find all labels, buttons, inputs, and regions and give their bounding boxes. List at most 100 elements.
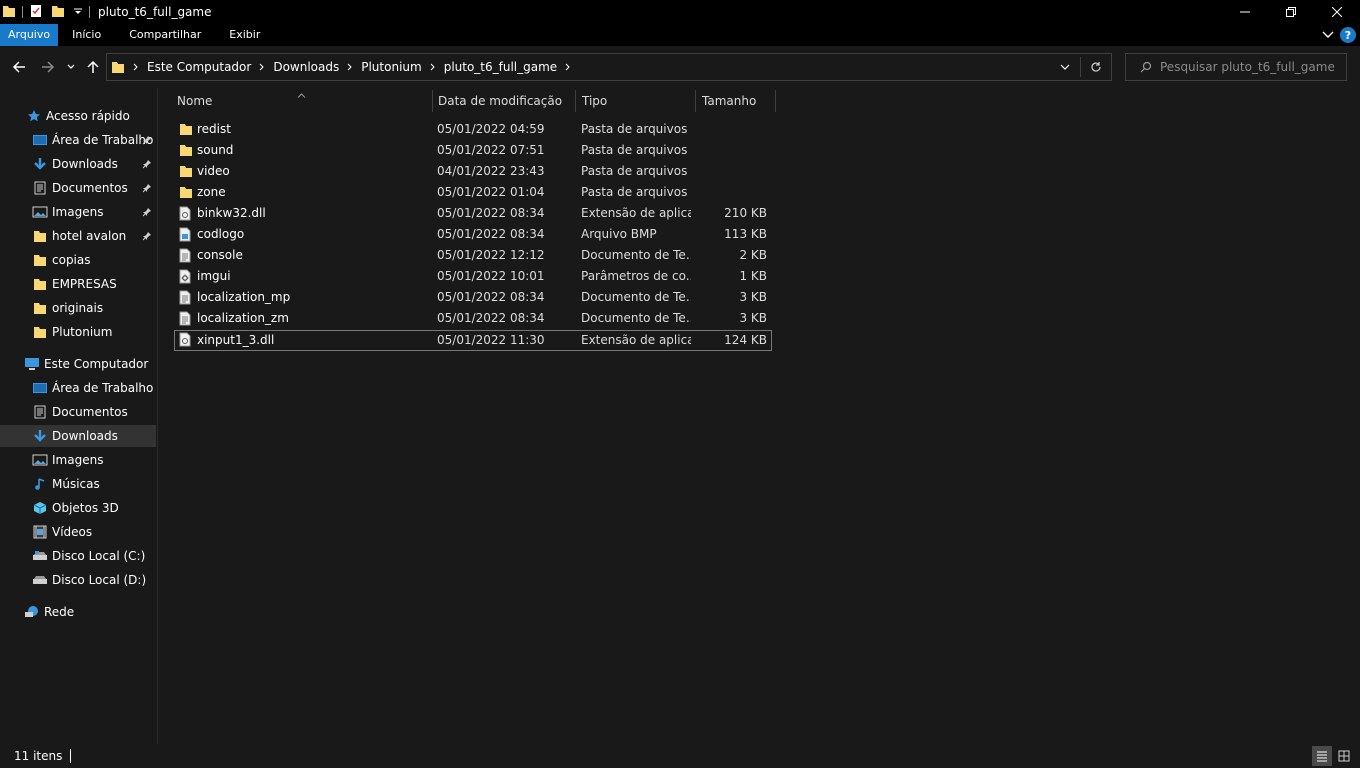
address-bar[interactable]: Este Computador Downloads Plutonium plut…: [106, 53, 1112, 81]
file-row[interactable]: localization_mp 05/01/2022 08:34 Documen…: [174, 288, 772, 309]
customize-toolbar-icon[interactable]: [73, 5, 83, 19]
file-type: Pasta de arquivos: [581, 143, 688, 157]
expand-ribbon-icon[interactable]: [1322, 28, 1334, 42]
sidebar-item-label: Imagens: [52, 453, 104, 467]
file-row[interactable]: binkw32.dll 05/01/2022 08:34 Extensão de…: [174, 204, 772, 225]
breadcrumb-current-folder[interactable]: pluto_t6_full_game: [438, 60, 563, 74]
sidebar-item-pc-objetos-3d[interactable]: Objetos 3D: [0, 497, 156, 519]
file-row[interactable]: zone 05/01/2022 01:04 Pasta de arquivos: [174, 183, 772, 204]
sidebar-item-pc-disco-d[interactable]: Disco Local (D:): [0, 569, 156, 591]
sidebar-item-label: Objetos 3D: [52, 501, 119, 515]
sidebar-item-empresas[interactable]: EMPRESAS: [0, 273, 156, 295]
recent-locations-button[interactable]: [62, 56, 80, 78]
column-header-size[interactable]: Tamanho: [702, 88, 778, 114]
refresh-button[interactable]: [1081, 61, 1111, 73]
up-button[interactable]: [82, 56, 104, 78]
pin-icon[interactable]: [142, 158, 152, 172]
properties-icon[interactable]: [29, 4, 43, 21]
column-header-type[interactable]: Tipo: [582, 88, 694, 114]
sidebar-item-label: hotel avalon: [52, 229, 127, 243]
file-row[interactable]: localization_zm 05/01/2022 08:34 Documen…: [174, 309, 772, 330]
desktop-icon: [32, 380, 48, 396]
file-date: 05/01/2022 12:12: [437, 248, 545, 262]
sidebar-item-plutonium[interactable]: Plutonium: [0, 321, 156, 343]
file-date: 05/01/2022 11:30: [437, 333, 545, 347]
title-bar: pluto_t6_full_game: [0, 0, 1360, 24]
divider: [22, 6, 23, 18]
sidebar-item-downloads[interactable]: Downloads: [0, 153, 156, 175]
sidebar-item-pc-videos[interactable]: Vídeos: [0, 521, 156, 543]
sidebar-item-label: Documentos: [52, 181, 128, 195]
file-row[interactable]: codlogo 05/01/2022 08:34 Arquivo BMP 113…: [174, 225, 772, 246]
chevron-right-icon[interactable]: [345, 63, 355, 71]
chevron-right-icon[interactable]: [257, 63, 267, 71]
sidebar-item-pc-musicas[interactable]: Músicas: [0, 473, 156, 495]
file-row-selected[interactable]: xinput1_3.dll 05/01/2022 11:30 Extensão …: [174, 330, 772, 351]
file-type: Parâmetros de co...: [581, 269, 691, 283]
sidebar-item-imagens[interactable]: Imagens: [0, 201, 156, 223]
file-name: xinput1_3.dll: [197, 333, 275, 347]
new-folder-icon[interactable]: [51, 4, 65, 21]
pin-icon[interactable]: [142, 230, 152, 244]
tab-exibir[interactable]: Exibir: [215, 24, 274, 46]
quick-access-toolbar: [0, 0, 96, 24]
pin-icon[interactable]: [142, 134, 152, 148]
sidebar-item-originais[interactable]: originais: [0, 297, 156, 319]
tab-inicio[interactable]: Início: [58, 24, 115, 46]
address-history-button[interactable]: [1050, 64, 1080, 70]
file-row[interactable]: imgui 05/01/2022 10:01 Parâmetros de co.…: [174, 267, 772, 288]
search-input[interactable]: [1160, 60, 1340, 74]
file-type: Extensão de aplica...: [581, 206, 691, 220]
breadcrumb-este-computador[interactable]: Este Computador: [141, 60, 257, 74]
minimize-button[interactable]: [1222, 0, 1268, 24]
sidebar-item-copias[interactable]: copias: [0, 249, 156, 271]
file-type: Pasta de arquivos: [581, 122, 688, 136]
forward-button[interactable]: [37, 56, 59, 78]
sidebar-item-area-de-trabalho[interactable]: Área de Trabalho: [0, 129, 156, 151]
restore-button[interactable]: [1268, 0, 1314, 24]
text-file-icon: [179, 248, 193, 264]
sidebar-item-quick-access[interactable]: Acesso rápido: [0, 105, 156, 127]
file-row[interactable]: video 04/01/2022 23:43 Pasta de arquivos: [174, 162, 772, 183]
breadcrumb-plutonium[interactable]: Plutonium: [355, 60, 427, 74]
sidebar-item-hotel-avalon[interactable]: hotel avalon: [0, 225, 156, 247]
sidebar-item-documentos[interactable]: Documentos: [0, 177, 156, 199]
file-row[interactable]: sound 05/01/2022 07:51 Pasta de arquivos: [174, 141, 772, 162]
column-divider[interactable]: [432, 90, 433, 112]
search-box[interactable]: [1125, 53, 1347, 81]
help-icon[interactable]: ?: [1340, 27, 1356, 43]
back-button[interactable]: [8, 56, 30, 78]
folder-icon: [32, 276, 48, 292]
file-size: 210 KB: [724, 206, 767, 220]
file-row[interactable]: redist 05/01/2022 04:59 Pasta de arquivo…: [174, 120, 772, 141]
breadcrumb-downloads[interactable]: Downloads: [267, 60, 345, 74]
tab-arquivo[interactable]: Arquivo: [0, 24, 59, 46]
pin-icon[interactable]: [142, 206, 152, 220]
tab-compartilhar[interactable]: Compartilhar: [115, 24, 215, 46]
file-name: sound: [197, 143, 234, 157]
sidebar-item-este-computador[interactable]: Este Computador: [0, 353, 156, 375]
close-button[interactable]: [1314, 0, 1360, 24]
details-view-button[interactable]: [1312, 746, 1332, 766]
file-row[interactable]: console 05/01/2022 12:12 Documento de Te…: [174, 246, 772, 267]
chevron-right-icon[interactable]: [428, 63, 438, 71]
sidebar-item-pc-imagens[interactable]: Imagens: [0, 449, 156, 471]
sidebar-item-pc-area-de-trabalho[interactable]: Área de Trabalho: [0, 377, 156, 399]
column-divider[interactable]: [775, 90, 776, 112]
sidebar-item-pc-documentos[interactable]: Documentos: [0, 401, 156, 423]
column-divider[interactable]: [695, 90, 696, 112]
chevron-right-icon[interactable]: [563, 63, 573, 71]
column-divider[interactable]: [575, 90, 576, 112]
pin-icon[interactable]: [142, 182, 152, 196]
file-type: Pasta de arquivos: [581, 164, 688, 178]
file-name: localization_zm: [197, 311, 289, 325]
sidebar-item-rede[interactable]: Rede: [0, 601, 156, 623]
sidebar-item-pc-downloads[interactable]: Downloads: [0, 425, 156, 447]
large-icons-view-button[interactable]: [1334, 746, 1354, 766]
chevron-right-icon[interactable]: [131, 63, 141, 71]
arrow-left-icon: [12, 61, 25, 73]
sidebar-item-pc-disco-c[interactable]: Disco Local (C:): [0, 545, 156, 567]
star-icon: [26, 108, 42, 124]
folder-icon: [179, 164, 193, 180]
column-header-date[interactable]: Data de modificação: [438, 88, 574, 114]
